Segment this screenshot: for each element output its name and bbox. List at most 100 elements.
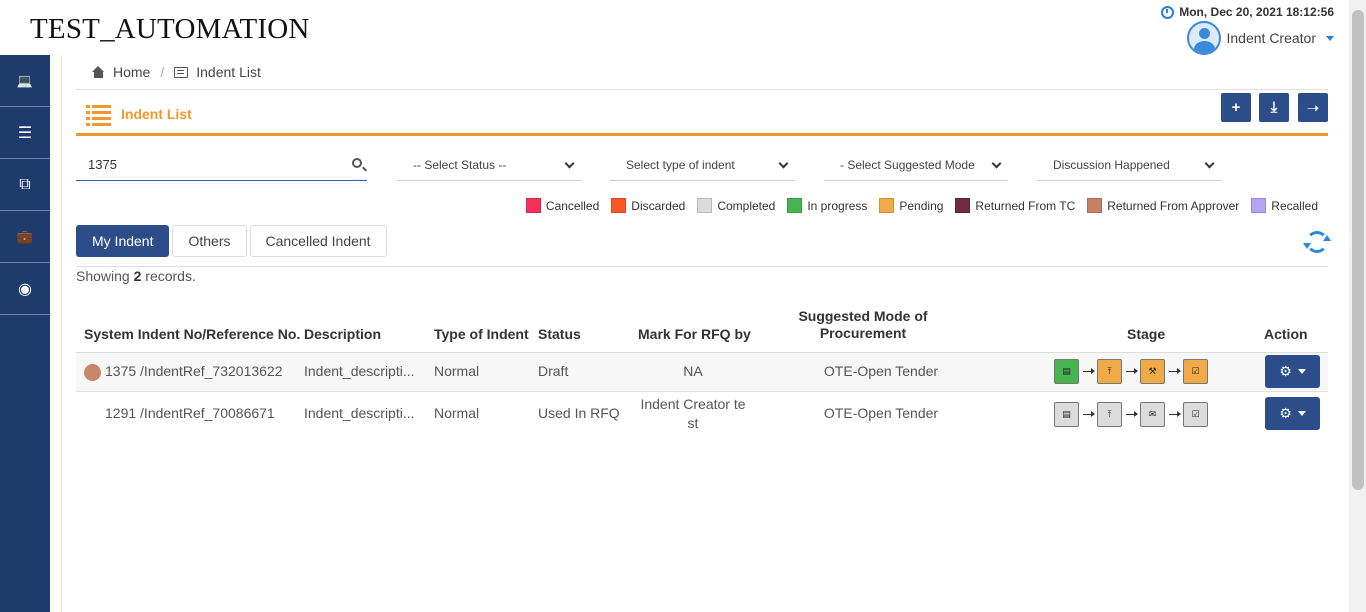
export-button[interactable]: ➝ <box>1298 93 1328 122</box>
checkbox-icon: ☑ <box>1183 359 1208 384</box>
list-icon <box>174 66 189 78</box>
legend-swatch <box>787 198 803 213</box>
arrow-right-icon <box>1079 368 1097 373</box>
cell-indent-no[interactable]: 1291 /IndentRef_70086671 <box>105 405 275 421</box>
sidebar-item-dashboard[interactable]: 💻 <box>0 55 50 107</box>
tab-cancelled-indent[interactable]: Cancelled Indent <box>249 225 387 257</box>
column-header-action: Action <box>1264 326 1308 342</box>
legend-item: Discarded <box>611 198 685 213</box>
legend-label: Returned From Approver <box>1107 198 1240 213</box>
table-row[interactable]: 1291 /IndentRef_70086671 Indent_descript… <box>76 392 1328 436</box>
legend-swatch <box>525 198 541 213</box>
legend-item: Completed <box>697 198 775 213</box>
user-name: Indent Creator <box>1226 30 1317 46</box>
records-number: 2 <box>133 268 142 284</box>
avatar <box>1186 21 1221 55</box>
list-icon <box>86 104 111 126</box>
arrow-right-icon <box>1122 368 1140 373</box>
column-header-mode-line2: Procurement <box>819 325 907 341</box>
stage-progress: ▤ ⤒ ⚒ ☑ <box>1054 359 1208 384</box>
briefcase-icon: 💼 <box>16 228 34 244</box>
weibo-icon: ◉ <box>18 280 32 298</box>
legend-item: Recalled <box>1251 198 1318 213</box>
gear-icon: ⚙ <box>1279 363 1292 379</box>
records-prefix: Showing <box>76 268 130 284</box>
tab-others[interactable]: Others <box>172 225 247 257</box>
tab-my-indent[interactable]: My Indent <box>76 225 170 257</box>
status-select-value: -- Select Status -- <box>413 157 507 172</box>
divider <box>76 89 1328 90</box>
download-icon: ⤓ <box>1270 99 1278 116</box>
sidebar-item-indent[interactable]: ☰ <box>0 107 50 159</box>
indent-type-select-value: Select type of indent <box>626 157 735 172</box>
suggested-mode-select-value: - Select Suggested Mode of <box>840 157 978 172</box>
indent-type-select[interactable]: Select type of indent <box>610 149 795 181</box>
cell-rfq-line1: Indent Creator te <box>640 396 746 412</box>
status-legend: Cancelled Discarded Completed In progress Pe… <box>525 198 1318 213</box>
arrow-right-icon <box>1122 411 1140 416</box>
page-title: Indent List <box>86 104 192 126</box>
add-indent-button[interactable]: + <box>1221 93 1251 122</box>
column-header-rfq[interactable]: Mark For RFQ by <box>638 326 751 342</box>
cell-indent-no[interactable]: 1375 /IndentRef_732013622 <box>105 363 283 379</box>
column-header-stage: Stage <box>1127 326 1166 342</box>
cell-type: Normal <box>434 405 480 421</box>
column-header-type[interactable]: Type of Indent <box>434 326 529 342</box>
discussion-select[interactable]: Discussion Happened <box>1037 149 1221 181</box>
column-header-indent-no[interactable]: System Indent No/Reference No. <box>84 326 300 342</box>
document-icon: ▤ <box>1054 402 1079 427</box>
top-bar: TEST_AUTOMATION Mon, Dec 20, 2021 18:12:… <box>0 0 1366 55</box>
cell-rfq: Indent Creator te st <box>636 395 750 433</box>
legend-item: Returned From TC <box>955 198 1075 213</box>
table-row[interactable]: 1375 /IndentRef_732013622 Indent_descrip… <box>76 353 1328 392</box>
column-header-status[interactable]: Status <box>538 326 581 342</box>
stage-progress: ▤ ⤒ ✉ ☑ <box>1054 402 1208 427</box>
chevron-down-icon <box>1297 411 1306 416</box>
upload-icon: ⤒ <box>1097 402 1122 427</box>
upload-icon: ⤒ <box>1097 359 1122 384</box>
download-button[interactable]: ⤓ <box>1259 93 1289 122</box>
document-icon: ▤ <box>1054 359 1079 384</box>
action-button[interactable]: ⚙ <box>1265 355 1320 388</box>
refresh-icon[interactable] <box>1303 231 1331 253</box>
sidebar: 💻 ☰ ⧉ 💼 ◉ <box>0 55 50 612</box>
legend-label: Recalled <box>1271 198 1318 213</box>
suggested-mode-select[interactable]: - Select Suggested Mode of <box>824 149 1008 181</box>
arrow-right-icon <box>1079 411 1097 416</box>
sidebar-item-briefcase[interactable]: 💼 <box>0 211 50 263</box>
chevron-down-icon <box>1297 369 1306 374</box>
chevron-down-icon <box>991 158 1002 169</box>
breadcrumb-home[interactable]: Home <box>113 64 150 80</box>
scrollbar[interactable] <box>1349 0 1366 612</box>
legend-label: Completed <box>717 198 776 213</box>
datetime-display: Mon, Dec 20, 2021 18:12:56 <box>1161 5 1334 19</box>
records-suffix: records. <box>145 268 196 284</box>
column-header-mode[interactable]: Suggested Mode of Procurement <box>792 308 934 342</box>
legend-swatch <box>1087 198 1103 213</box>
chevron-down-icon <box>1326 35 1334 41</box>
sidebar-item-copy[interactable]: ⧉ <box>0 159 50 211</box>
chevron-down-icon <box>778 158 789 169</box>
indent-tabs: My Indent Others Cancelled Indent <box>76 225 387 257</box>
checkbox-icon: ☑ <box>1183 402 1208 427</box>
legend-swatch <box>697 198 713 213</box>
records-count: Showing 2 records. <box>76 268 196 284</box>
arrow-right-icon <box>1165 368 1183 373</box>
user-menu[interactable]: Indent Creator <box>1186 21 1334 55</box>
legend-label: Returned From TC <box>975 198 1076 213</box>
laptop-icon: 💻 <box>16 72 34 88</box>
sidebar-item-weibo[interactable]: ◉ <box>0 263 50 315</box>
chevron-down-icon <box>564 158 575 169</box>
search-input[interactable] <box>76 149 326 179</box>
column-header-description[interactable]: Description <box>304 326 381 342</box>
status-select[interactable]: -- Select Status -- <box>397 149 581 181</box>
status-dot <box>84 364 101 381</box>
app-brand: TEST_AUTOMATION <box>30 13 310 45</box>
search-icon[interactable] <box>352 158 362 168</box>
page-title-text: Indent List <box>121 106 192 122</box>
plus-icon: + <box>1231 99 1241 116</box>
cell-description: Indent_descripti... <box>304 405 415 421</box>
action-button[interactable]: ⚙ <box>1265 397 1320 430</box>
scrollbar-thumb[interactable] <box>1352 10 1364 490</box>
legend-swatch <box>1251 198 1267 213</box>
